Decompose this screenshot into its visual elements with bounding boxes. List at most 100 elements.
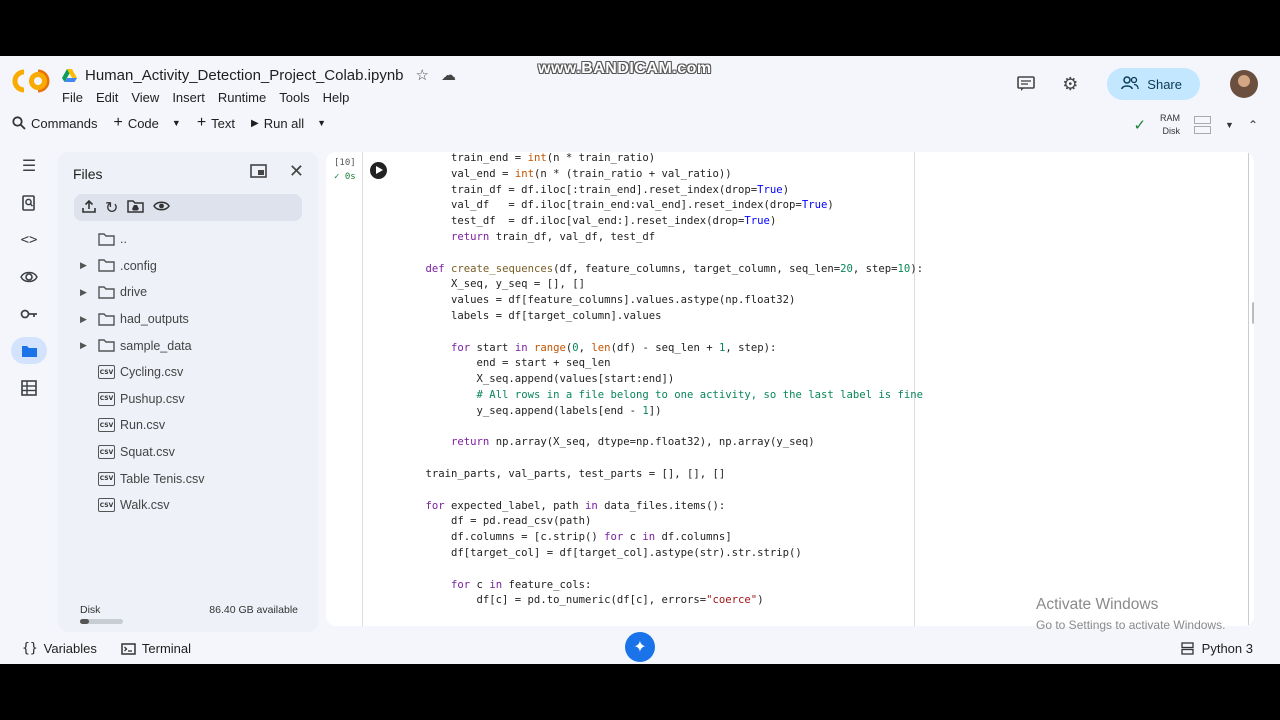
show-hidden-eye-icon[interactable]: [153, 200, 171, 215]
folder-item[interactable]: ▶ drive: [58, 279, 318, 306]
colab-window: Human_Activity_Detection_Project_Colab.i…: [0, 56, 1280, 664]
play-icon: ▶: [251, 117, 259, 129]
code-line: train_parts, val_parts, test_parts = [],…: [400, 467, 726, 480]
expand-caret-icon[interactable]: ▶: [80, 314, 87, 325]
table-of-contents-icon[interactable]: ☰: [11, 152, 47, 179]
upload-icon[interactable]: [82, 199, 96, 216]
file-tree-label: Pushup.csv: [120, 391, 185, 406]
folder-item[interactable]: ▶ .config: [58, 253, 318, 280]
file-tree-label: Squat.csv: [120, 445, 175, 460]
code-line: df = pd.read_csv(path): [400, 515, 592, 528]
colab-logo[interactable]: [12, 68, 50, 94]
activate-title: Activate Windows: [1036, 596, 1159, 613]
folder-icon: [98, 286, 115, 299]
variables-button[interactable]: {} Variables: [22, 641, 97, 656]
find-icon[interactable]: [11, 189, 47, 216]
folder-item[interactable]: ..: [58, 226, 318, 253]
file-actions-toolbar: ↻: [74, 194, 302, 221]
file-item[interactable]: CSV Run.csv: [58, 412, 318, 439]
notebook-title[interactable]: Human_Activity_Detection_Project_Colab.i…: [85, 67, 404, 84]
refresh-icon[interactable]: ↻: [105, 198, 118, 218]
run-all-button[interactable]: ▶ Run all ▼: [251, 116, 326, 131]
folder-icon: [98, 233, 115, 246]
scrollbar-track[interactable]: [1248, 152, 1249, 626]
resource-indicator[interactable]: ✓ RAM Disk ▼ ⌃: [1133, 112, 1258, 138]
menu-help[interactable]: Help: [323, 90, 350, 105]
comments-icon[interactable]: [1011, 69, 1041, 99]
user-avatar[interactable]: [1230, 70, 1258, 98]
menu-runtime[interactable]: Runtime: [218, 90, 266, 105]
folder-icon: [98, 259, 115, 273]
gemini-sparkle-icon[interactable]: ✦: [625, 632, 655, 662]
code-snippets-icon[interactable]: <>: [11, 226, 47, 253]
commands-button[interactable]: Commands: [12, 116, 97, 131]
add-text-button[interactable]: + Text: [197, 114, 235, 132]
terminal-label: Terminal: [141, 641, 192, 656]
share-label: Share: [1147, 76, 1182, 92]
text-label: Text: [211, 115, 235, 131]
cloud-saved-icon[interactable]: ☁: [441, 66, 456, 84]
code-line: return train_df, val_df, test_df: [451, 230, 656, 243]
run-cell-button[interactable]: [370, 162, 387, 179]
data-table-icon[interactable]: [11, 374, 47, 401]
csv-file-icon: CSV: [98, 471, 115, 486]
plus-icon: +: [196, 114, 207, 131]
resource-labels: RAM Disk: [1160, 112, 1180, 138]
secrets-key-icon[interactable]: [11, 300, 47, 327]
files-folder-icon[interactable]: [11, 337, 47, 364]
csv-file-icon: CSV: [98, 391, 115, 406]
code-line: for start in range(0, len(df) - seq_len …: [451, 341, 777, 354]
mount-drive-icon[interactable]: [127, 199, 145, 216]
csv-file-icon: CSV: [98, 445, 115, 460]
file-item[interactable]: CSV Table Tenis.csv: [58, 465, 318, 492]
menu-insert[interactable]: Insert: [172, 90, 205, 105]
runtime-indicator[interactable]: Python 3: [1181, 641, 1253, 656]
settings-gear-icon[interactable]: ⚙: [1055, 69, 1085, 99]
folder-item[interactable]: ▶ sample_data: [58, 332, 318, 359]
header-actions: ⚙ Share: [1011, 68, 1258, 100]
menu-edit[interactable]: Edit: [96, 90, 118, 105]
close-icon[interactable]: ✕: [289, 162, 304, 183]
file-item[interactable]: CSV Squat.csv: [58, 439, 318, 466]
chevron-down-icon[interactable]: ▼: [317, 118, 326, 128]
share-button[interactable]: Share: [1107, 68, 1200, 100]
menu-bar: File Edit View Insert Runtime Tools Help: [62, 90, 349, 105]
google-drive-icon[interactable]: [62, 68, 77, 82]
open-in-tab-icon[interactable]: [250, 164, 267, 183]
add-code-button[interactable]: + Code ▼: [113, 114, 180, 132]
file-item[interactable]: CSV Pushup.csv: [58, 386, 318, 413]
file-tree-label: Table Tenis.csv: [120, 471, 205, 486]
variables-inspector-icon[interactable]: [11, 263, 47, 290]
code-line: val_end = int(n * (train_ratio + val_rat…: [400, 167, 732, 180]
menu-file[interactable]: File: [62, 90, 83, 105]
activate-windows-notice: Activate Windows Go to Settings to activ…: [1036, 596, 1225, 632]
files-panel-title: Files: [73, 166, 103, 182]
menu-view[interactable]: View: [131, 90, 159, 105]
notebook-title-bar: Human_Activity_Detection_Project_Colab.i…: [62, 66, 456, 84]
code-line: # All rows in a file belong to one activ…: [476, 388, 924, 401]
chevron-down-icon[interactable]: ▼: [1225, 120, 1234, 130]
file-tree-label: ..: [120, 232, 127, 247]
star-icon[interactable]: ☆: [416, 66, 429, 84]
file-item[interactable]: CSV Walk.csv: [58, 492, 318, 519]
menu-tools[interactable]: Tools: [279, 90, 309, 105]
chevron-up-icon[interactable]: ⌃: [1248, 118, 1258, 132]
scrollbar-thumb[interactable]: [1252, 302, 1254, 324]
expand-caret-icon[interactable]: ▶: [80, 260, 87, 271]
expand-caret-icon[interactable]: ▶: [80, 287, 87, 298]
terminal-button[interactable]: Terminal: [121, 641, 191, 656]
run-all-label: Run all: [263, 115, 305, 131]
expand-caret-icon[interactable]: ▶: [80, 340, 87, 351]
search-icon: [12, 116, 26, 130]
csv-file-icon: CSV: [98, 498, 115, 513]
runtime-server-icon: [1181, 642, 1194, 655]
folder-item[interactable]: ▶ had_outputs: [58, 306, 318, 333]
chevron-down-icon[interactable]: ▼: [172, 118, 181, 128]
code-line: val_df = df.iloc[train_end:val_end].rese…: [400, 199, 834, 212]
code-line: end = start + seq_len: [400, 357, 611, 370]
code-editor[interactable]: train_end = int(n * train_ratio) val_end…: [400, 152, 924, 609]
file-item[interactable]: CSV Cycling.csv: [58, 359, 318, 386]
